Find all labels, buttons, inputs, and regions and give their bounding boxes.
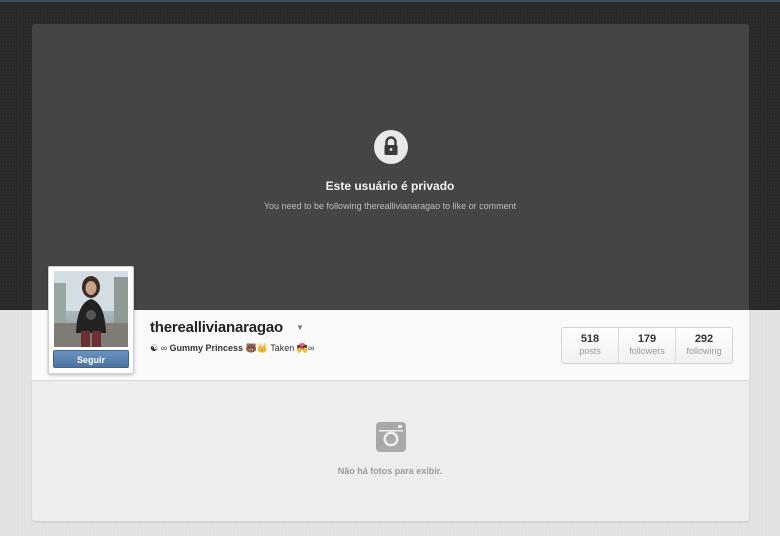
stat-following-label: following (686, 346, 722, 356)
follow-button[interactable]: Seguir (53, 350, 129, 368)
stat-followers-count: 179 (637, 333, 657, 345)
bio-name: Gummy Princess (169, 343, 244, 353)
stat-following-count: 292 (694, 333, 714, 345)
profile-stats: 518 posts 179 followers 292 following (561, 327, 733, 364)
bio-prefix: ☯ ∞ (150, 343, 170, 353)
stat-followers[interactable]: 179 followers (618, 328, 675, 363)
stat-posts-label: posts (579, 346, 601, 356)
chevron-down-icon[interactable]: ▼ (296, 323, 304, 332)
private-subtitle: You need to be following thereallivianar… (263, 201, 517, 211)
private-notice-panel (32, 24, 749, 310)
stat-posts-count: 518 (580, 333, 600, 345)
empty-photos-message: Não há fotos para exibir. (337, 466, 443, 476)
stat-following[interactable]: 292 following (675, 328, 732, 363)
profile-bio: ☯ ∞ Gummy Princess 🐻👑 Taken 💏∞ (150, 343, 314, 354)
profile-photo (54, 271, 128, 347)
profile-username[interactable]: thereallivianaragao (150, 319, 283, 336)
bio-suffix: 🐻👑 Taken 💏∞ (243, 343, 315, 353)
avatar: Seguir (48, 266, 134, 374)
top-border (0, 0, 780, 2)
camera-icon (375, 421, 407, 453)
stat-posts[interactable]: 518 posts (562, 328, 618, 363)
stat-followers-label: followers (629, 346, 665, 356)
lock-icon (374, 130, 408, 164)
private-title: Este usuário é privado (325, 179, 455, 193)
